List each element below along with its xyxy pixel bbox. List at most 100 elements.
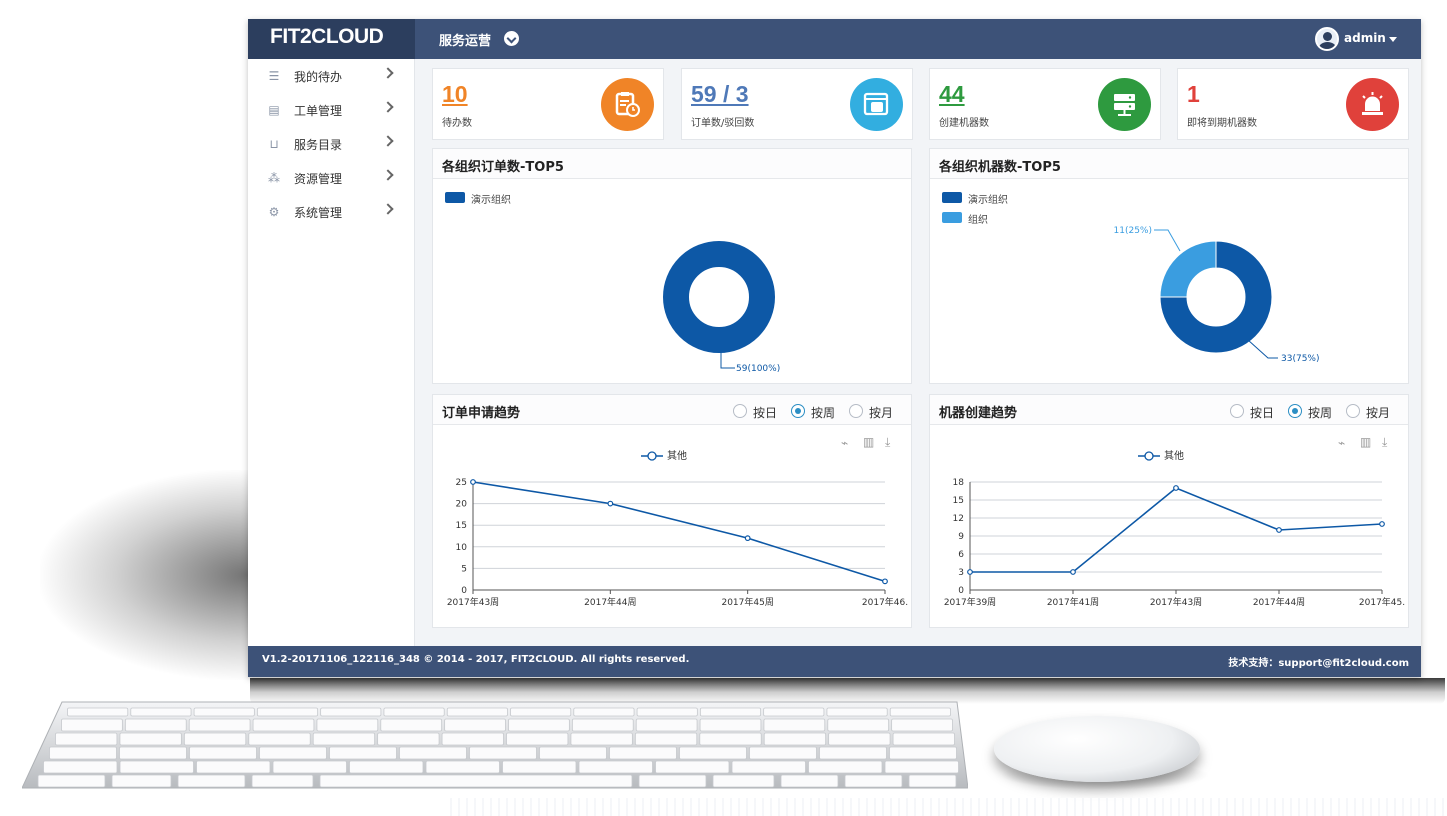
panel-header: 各组织订单数-TOP5: [433, 149, 911, 179]
panel-title: 各组织订单数-TOP5: [442, 160, 564, 175]
chevron-down-icon[interactable]: [504, 31, 519, 46]
radio-button[interactable]: [1230, 404, 1244, 418]
keyboard-key: [61, 718, 123, 732]
sidebar-item-label: 资源管理: [294, 172, 343, 186]
sidebar-item-label: 系统管理: [294, 206, 343, 220]
legend-label: 其他: [1164, 449, 1184, 462]
username[interactable]: admin: [1344, 31, 1386, 45]
legend-marker: [1144, 451, 1154, 461]
stat-value[interactable]: 44: [939, 81, 965, 108]
series-point: [607, 500, 614, 507]
avatar[interactable]: [1315, 27, 1339, 51]
sidebar-item-tickets[interactable]: ▤ 工单管理: [248, 97, 415, 131]
radio-label[interactable]: 按周: [811, 404, 835, 421]
sidebar-item-system[interactable]: ⚙ 系统管理: [248, 199, 415, 233]
list-icon: ☰: [268, 69, 280, 83]
chevron-right-icon: [382, 169, 394, 181]
stat-card-todo[interactable]: 10 待办数: [432, 68, 664, 140]
keyboard-key: [889, 707, 951, 717]
gears-icon: ⚙: [268, 205, 280, 219]
radio-day[interactable]: 按日: [733, 403, 793, 421]
radio-month[interactable]: 按月: [849, 403, 909, 421]
server-window-icon: [850, 78, 903, 131]
logo[interactable]: FIT2CLOUD: [270, 25, 384, 49]
alarm-light-icon: [1346, 78, 1399, 131]
series-point: [1379, 521, 1385, 527]
keyboard-key: [124, 718, 187, 732]
y-tick-label: 6: [958, 550, 964, 560]
radio-button[interactable]: [849, 404, 863, 418]
panel-title: 机器创建趋势: [939, 406, 1018, 421]
pie-slice: [663, 241, 775, 353]
caret-down-icon[interactable]: [1389, 37, 1397, 42]
radio-button-selected[interactable]: [1288, 404, 1302, 418]
stat-value[interactable]: 59 / 3: [691, 81, 749, 108]
y-tick-label: 15: [456, 521, 467, 531]
radio-label[interactable]: 按日: [753, 404, 777, 421]
keyboard-image: [22, 701, 968, 789]
keyboard-key: [884, 760, 959, 774]
keyboard-key: [502, 760, 577, 774]
x-tick-label: 2017年41周: [1047, 596, 1099, 608]
keyboard-key: [571, 718, 634, 732]
keyboard-key: [828, 732, 891, 746]
stat-card-machines[interactable]: 44 创建机器数: [929, 68, 1161, 140]
sidebar-item-catalog[interactable]: ⊔ 服务目录: [248, 131, 415, 165]
keyboard-key: [892, 732, 955, 746]
legend-label: 其他: [667, 449, 687, 462]
radio-week[interactable]: 按周: [791, 403, 851, 421]
support-text[interactable]: 技术支持：support@fit2cloud.com: [1228, 654, 1409, 669]
keyboard-key: [111, 774, 172, 788]
keyboard-key: [399, 746, 467, 760]
radio-day[interactable]: 按日: [1230, 403, 1290, 421]
machine-trend-panel: 机器创建趋势 按日 按周 按月 ⌁ ▥ ⤓ 0 3 6 9 12 15 18 2017年39周…: [929, 394, 1409, 628]
sidebar-item-label: 服务目录: [294, 138, 343, 152]
radio-week[interactable]: 按周: [1288, 403, 1348, 421]
stat-card-orders[interactable]: 59 / 3 订单数/驳回数: [681, 68, 913, 140]
keyboard-key: [510, 707, 572, 717]
sidebar-item-todo[interactable]: ☰ 我的待办: [248, 63, 415, 97]
stat-value[interactable]: 10: [442, 81, 468, 108]
orders-donut-chart: 59(100%): [663, 241, 780, 374]
mouse-image: [994, 716, 1200, 782]
series-point: [1173, 485, 1179, 491]
document-icon: ▤: [268, 103, 280, 117]
pie-data-label: 59(100%): [736, 364, 780, 374]
y-tick-label: 0: [958, 586, 964, 596]
radio-label[interactable]: 按月: [1366, 404, 1390, 421]
radio-label[interactable]: 按周: [1308, 404, 1332, 421]
module-title[interactable]: 服务运营: [439, 30, 491, 49]
copyright-text: V1.2-20171106_122116_348 © 2014 - 2017, …: [262, 654, 690, 665]
radio-button[interactable]: [733, 404, 747, 418]
keyboard-key: [749, 746, 817, 760]
y-tick-label: 5: [461, 564, 467, 574]
radio-month[interactable]: 按月: [1346, 403, 1406, 421]
order-trend-panel: 订单申请趋势 按日 按周 按月 ⌁ ▥ ⤓ 0 5 10 15 20 25 2017年43周…: [432, 394, 912, 628]
stat-card-expiring[interactable]: 1 即将到期机器数: [1177, 68, 1409, 140]
keyboard-key: [119, 732, 182, 746]
keyboard-key: [699, 732, 762, 746]
keyboard-key: [444, 718, 506, 732]
radio-label[interactable]: 按月: [869, 404, 893, 421]
radio-button[interactable]: [1346, 404, 1360, 418]
keyboard-key: [763, 718, 826, 732]
stat-value[interactable]: 1: [1187, 81, 1200, 108]
y-tick-label: 20: [456, 500, 468, 510]
panel-title: 订单申请趋势: [442, 406, 521, 421]
keyboard-key: [380, 718, 443, 732]
radio-label[interactable]: 按日: [1250, 404, 1274, 421]
keyboard-key: [183, 732, 247, 746]
keyboard-key: [731, 760, 806, 774]
keyboard-key: [908, 774, 957, 788]
radio-button-selected[interactable]: [791, 404, 805, 418]
pie-data-label: 33(75%): [1281, 354, 1319, 364]
keyboard-key: [377, 732, 440, 746]
keyboard-key: [177, 774, 246, 788]
keyboard-key: [635, 718, 698, 732]
sidebar-item-resources[interactable]: ⁂ 资源管理: [248, 165, 415, 199]
keyboard-key: [130, 707, 192, 717]
x-tick-label: 2017年44周: [1253, 596, 1305, 608]
keyboard-key: [446, 707, 508, 717]
orders-top5-panel: 各组织订单数-TOP5 演示组织 59(100%): [432, 148, 912, 384]
keyboard-key: [316, 718, 379, 732]
